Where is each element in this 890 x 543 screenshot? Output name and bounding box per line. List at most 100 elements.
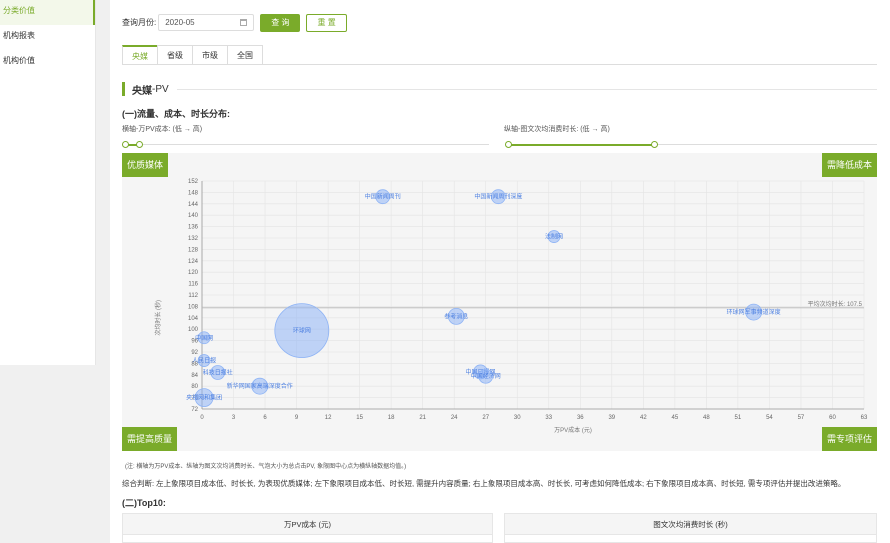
bubble-label: 中国新闻周刊深度 [474, 193, 522, 201]
quadrant-label-top-right: 需降低成本 [821, 153, 877, 177]
chart-note: (注: 横轴为万PV成本、纵轴为图文次均消费时长、气泡大小为总点击PV, 象限图… [125, 464, 407, 470]
bubble-label: 中国网 [195, 334, 213, 342]
section-divider [176, 88, 877, 90]
bubble-chart-svg: 0 3 6 9 12 15 18 21 24 27 30 33 36 39 42 45 48 51 54 57 60 63… [154, 179, 868, 434]
bubble-label: 央视网和集团 [186, 394, 222, 402]
sidebar-item-org-value[interactable]: 机构价值 [0, 50, 95, 75]
top10-cost-row [122, 535, 493, 543]
x-tick-label: 0 [200, 415, 204, 421]
x-tick-label: 57 [798, 415, 805, 421]
sidebar-item-category-value[interactable]: 分类价值 [0, 0, 95, 25]
top10-cost-header: 万PV成本 (元) [122, 513, 493, 535]
x-axis-note: 横轴-万PV成本: (低 → 高) [122, 126, 203, 133]
section-suffix: -PV [152, 83, 169, 95]
x-tick-label: 3 [232, 415, 236, 421]
x-slider-handle-min[interactable] [122, 141, 129, 148]
x-tick-label: 63 [861, 415, 868, 421]
y-slider-handle-min[interactable] [505, 141, 512, 148]
x-slider-track [122, 144, 489, 145]
reset-button[interactable]: 重 置 [306, 13, 347, 32]
bubble-label: 环球网军事频道深度 [727, 308, 781, 316]
x-tick-label: 51 [735, 415, 742, 421]
section-accent-bar [122, 82, 125, 96]
y-tick-label: 72 [191, 407, 198, 413]
y-tick-label: 116 [188, 282, 198, 288]
month-picker[interactable]: 2020-05 [158, 14, 255, 31]
y-tick-label: 92 [191, 350, 198, 356]
bubble-label: 科技日报社 [203, 369, 233, 377]
month-label: 查询月份: [122, 18, 157, 27]
quadrant-chart: 0 3 6 9 12 15 18 21 24 27 30 33 36 39 42 45 48 51 54 57 60 63… [122, 153, 877, 451]
calendar-icon [240, 19, 248, 26]
tab-municipal[interactable]: 市级 [192, 45, 228, 64]
quadrant-label-bottom-left: 需提高质量 [122, 427, 178, 451]
bubble-label: 参考消息 [444, 312, 468, 320]
query-form: 查询月份: 2020-05 查 询 重 置 [122, 13, 347, 32]
y-tick-label: 104 [188, 316, 199, 322]
x-axis-label: 万PV成本 (元) [554, 426, 592, 434]
sidebar-item-org-report[interactable]: 机构报表 [0, 25, 95, 50]
y-tick-label: 148 [188, 190, 199, 196]
quadrant-label-bottom-right: 需专项评估 [821, 427, 877, 451]
x-tick-label: 60 [829, 415, 836, 421]
x-tick-label: 6 [263, 415, 267, 421]
y-tick-label: 108 [188, 304, 199, 310]
main-content: 查询月份: 2020-05 查 询 重 置 央媒 省级 市级 全国 央媒 -PV… [110, 0, 890, 543]
x-tick-label: 48 [703, 415, 710, 421]
x-tick-label: 21 [419, 415, 426, 421]
y-tick-label: 100 [188, 327, 199, 333]
x-tick-label: 9 [295, 415, 299, 421]
tab-central[interactable]: 央媒 [122, 45, 158, 64]
y-tick-label: 140 [188, 213, 199, 219]
bubble-label: 中国新闻周刊 [365, 193, 401, 201]
top10-title: (二)Top10: [122, 498, 166, 508]
level-tabs: 央媒 省级 市级 全国 [122, 45, 263, 64]
sidebar: 分类价值 机构报表 机构价值 [0, 0, 96, 365]
x-slider-handle-max[interactable] [136, 141, 143, 148]
x-tick-label: 33 [545, 415, 552, 421]
y-slider-handle-max[interactable] [651, 141, 658, 148]
y-tick-label: 132 [188, 236, 199, 242]
section-header: 央媒 -PV [122, 82, 877, 97]
bubble-label: 人民日报 [192, 357, 216, 365]
bubble-label: 法制网 [545, 233, 563, 241]
x-tick-label: 18 [388, 415, 395, 421]
y-slider-fill [509, 144, 655, 146]
bubble-label: 环球网 [293, 327, 311, 335]
x-tick-label: 30 [514, 415, 521, 421]
top10-duration-header: 图文次均消费时长 (秒) [504, 513, 877, 535]
search-button[interactable]: 查 询 [260, 13, 301, 32]
y-tick-label: 112 [188, 293, 198, 299]
x-tick-label: 45 [672, 415, 679, 421]
tab-provincial[interactable]: 省级 [157, 45, 193, 64]
section-title: 央媒 [132, 85, 152, 97]
quadrant-label-top-left: 优质媒体 [122, 153, 169, 177]
y-tick-label: 120 [188, 270, 199, 276]
x-tick-label: 24 [451, 415, 458, 421]
y-axis-label: 次均时长 (秒) [154, 300, 162, 336]
distribution-title: (一)流量、成本、时长分布: [122, 109, 230, 119]
y-tick-label: 136 [188, 225, 199, 231]
y-tick-label: 84 [191, 373, 198, 379]
tab-national[interactable]: 全国 [227, 45, 263, 64]
x-tick-label: 15 [356, 415, 363, 421]
x-tick-label: 54 [766, 415, 773, 421]
x-tick-label: 12 [325, 415, 332, 421]
top10-duration-row [504, 535, 877, 543]
y-tick-label: 80 [191, 384, 198, 390]
y-tick-label: 128 [188, 247, 199, 253]
judgement-text: 综合判断: 左上象限项目成本低、时长长, 为表现优质媒体; 左下象限项目成本低、… [122, 479, 846, 488]
x-tick-label: 39 [608, 415, 615, 421]
y-axis-note: 纵轴-图文次均消费时长: (低 → 高) [504, 126, 610, 133]
y-tick-label: 144 [188, 202, 199, 208]
tabs-divider [122, 64, 877, 65]
x-tick-label: 27 [482, 415, 489, 421]
month-value: 2020-05 [165, 18, 195, 27]
x-tick-label: 42 [640, 415, 647, 421]
bubble-label: 中国经济网 [471, 372, 501, 380]
y-tick-label: 124 [188, 259, 199, 265]
y-tick-label: 152 [188, 179, 199, 185]
bubble-label: 新华网国家高端深度合作 [227, 382, 293, 390]
x-tick-label: 36 [577, 415, 584, 421]
average-line-label: 平均次均时长: 107.5 [808, 300, 863, 308]
